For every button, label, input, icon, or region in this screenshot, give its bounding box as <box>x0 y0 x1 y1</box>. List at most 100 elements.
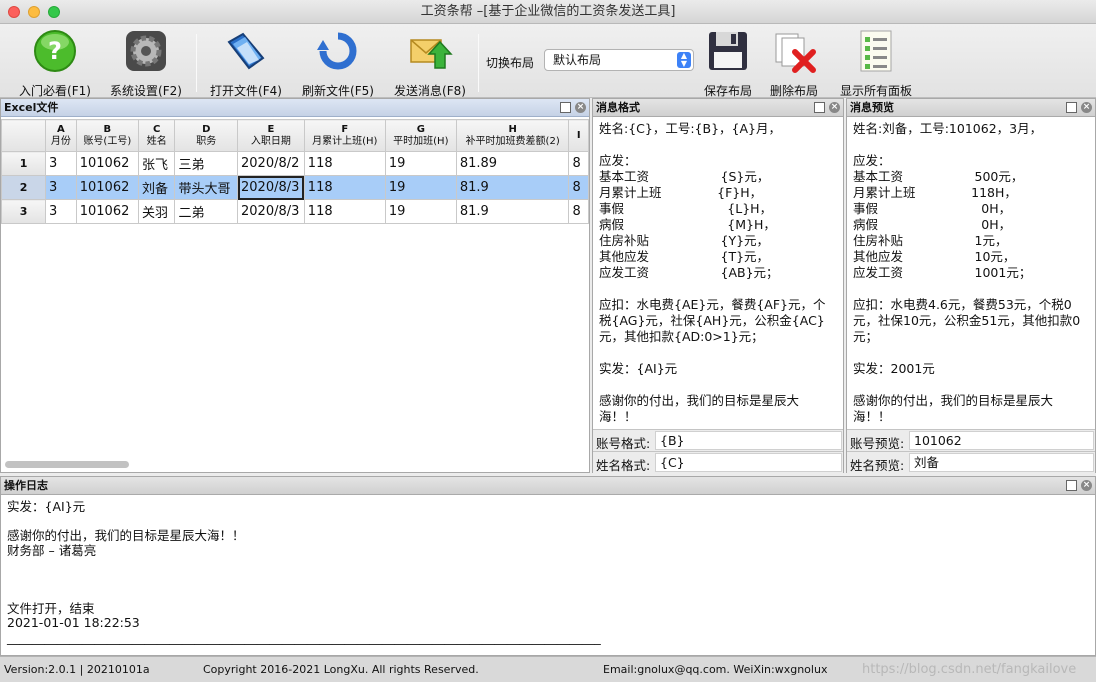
layout-select[interactable]: 默认布局 ▲ ▼ <box>544 49 694 71</box>
cell[interactable]: 118 <box>303 151 386 176</box>
column-header[interactable]: H 补平时加班费差额(2) <box>455 119 570 152</box>
log-panel-title: 操作日志 <box>4 479 48 492</box>
column-header[interactable]: A 月份 <box>45 119 77 152</box>
cell[interactable]: 81.9 <box>455 199 570 224</box>
cell[interactable]: 101062 <box>75 175 139 200</box>
status-bar: Version:2.0.1 | 20210101a Copyright 2016… <box>0 656 1096 682</box>
account-format-label: 账号格式: <box>596 436 651 451</box>
excel-panel-title: Excel文件 <box>4 101 59 114</box>
cell[interactable]: 19 <box>384 175 457 200</box>
name-preview-row: 姓名预览: 刘备 <box>847 451 1095 473</box>
close-panel-icon[interactable]: × <box>1081 102 1092 113</box>
format-panel-title: 消息格式 <box>596 101 640 114</box>
corner-cell[interactable] <box>1 119 47 152</box>
cell[interactable]: 三弟 <box>174 151 238 176</box>
maximize-panel-icon[interactable] <box>560 102 571 113</box>
show-all-panels-button[interactable]: 显示所有面板 <box>832 28 920 99</box>
select-arrows-icon: ▲ ▼ <box>677 52 691 68</box>
row-header[interactable]: 2 <box>1 175 47 200</box>
horizontal-scrollbar[interactable] <box>5 461 129 468</box>
help-icon: ? <box>34 30 76 72</box>
zoom-window-button[interactable] <box>48 6 60 18</box>
row-header[interactable]: 3 <box>1 199 47 224</box>
watermark-text: https://blog.csdn.net/fangkailove <box>862 662 1077 677</box>
send-mail-icon <box>410 39 453 69</box>
preview-text: 姓名:刘备，工号:101062，3月， 应发： 基本工资 500元， 月累计上班… <box>853 121 1081 426</box>
name-preview-label: 姓名预览: <box>850 458 905 473</box>
log-text: 实发：{AI}元 感谢你的付出，我们的目标是星辰大海！！ 财务部 – 诸葛亮 文… <box>7 499 601 645</box>
name-preview-field: 刘备 <box>909 453 1094 472</box>
table-row[interactable]: 1 3 101062 张飞 三弟 2020/8/2 118 19 81.89 8 <box>1 151 589 176</box>
excel-panel: Excel文件 × A 月份 B 账号(工号) C 姓名 D 职务 E 入职日期 F 月累计… <box>0 98 590 473</box>
active-cell[interactable]: 2020/8/3 <box>237 175 305 200</box>
preview-panel: 消息预览 × 姓名:刘备，工号:101062，3月， 应发： 基本工资 500元… <box>846 98 1096 473</box>
refresh-file-button[interactable]: 刷新文件(F5) <box>296 28 380 99</box>
cell[interactable]: 张飞 <box>137 151 176 176</box>
close-panel-icon[interactable]: × <box>829 102 840 113</box>
cell[interactable]: 101062 <box>75 151 139 176</box>
cell[interactable]: 3 <box>45 175 77 200</box>
cell[interactable]: 二弟 <box>174 199 238 224</box>
name-format-input[interactable]: {C} <box>655 453 842 472</box>
copyright-text: Copyright 2016-2021 LongXu. All rights R… <box>203 663 479 676</box>
account-format-row: 账号格式: {B} <box>593 429 843 451</box>
column-header-row: A 月份 B 账号(工号) C 姓名 D 职务 E 入职日期 F 月累计上班(H) G 平时加… <box>1 119 589 152</box>
save-layout-button[interactable]: 保存布局 <box>698 28 758 99</box>
toolbar-separator <box>478 34 479 92</box>
row-header[interactable]: 1 <box>1 151 47 176</box>
minimize-window-button[interactable] <box>28 6 40 18</box>
format-text-editor[interactable]: 姓名:{C}，工号:{B}，{A}月， 应发： 基本工资 {S}元， 月累计上班… <box>593 118 843 426</box>
cell[interactable]: 3 <box>45 199 77 224</box>
maximize-panel-icon[interactable] <box>1066 480 1077 491</box>
close-window-button[interactable] <box>8 6 20 18</box>
help-button[interactable]: ? 入门必看(F1) <box>14 28 96 99</box>
excel-grid[interactable]: A 月份 B 账号(工号) C 姓名 D 职务 E 入职日期 F 月累计上班(H) G 平时加… <box>1 119 589 224</box>
title-bar: 工资条帮 –[基于企业微信的工资条发送工具] <box>0 0 1096 24</box>
cell[interactable]: 带头大哥 <box>174 175 238 200</box>
cell[interactable]: 81.89 <box>455 151 570 176</box>
table-row-selected[interactable]: 2 3 101062 刘备 带头大哥 2020/8/3 118 19 81.9 … <box>1 175 589 200</box>
cell[interactable]: 3 <box>45 151 77 176</box>
cell[interactable]: 刘备 <box>137 175 176 200</box>
column-header[interactable]: B 账号(工号) <box>75 119 139 152</box>
svg-text:?: ? <box>48 37 62 65</box>
cell[interactable]: 2020/8/3 <box>237 199 305 224</box>
open-file-button[interactable]: 打开文件(F4) <box>204 28 288 99</box>
account-format-input[interactable]: {B} <box>655 431 842 450</box>
close-panel-icon[interactable]: × <box>1081 480 1092 491</box>
cell[interactable]: 2020/8/2 <box>237 151 305 176</box>
column-header[interactable]: E 入职日期 <box>237 119 305 152</box>
close-panel-icon[interactable]: × <box>575 102 586 113</box>
floppy-icon <box>709 32 747 70</box>
log-panel-header: 操作日志 × <box>1 477 1095 495</box>
maximize-panel-icon[interactable] <box>814 102 825 113</box>
cell[interactable]: 19 <box>384 199 457 224</box>
column-header[interactable]: C 姓名 <box>137 119 176 152</box>
cell[interactable]: 19 <box>384 151 457 176</box>
send-message-button[interactable]: 发送消息(F8) <box>388 28 472 99</box>
version-text: Version:2.0.1 | 20210101a <box>4 663 150 676</box>
toolbar-separator <box>196 34 197 92</box>
layout-label: 切换布局 <box>486 56 535 70</box>
column-header[interactable]: I <box>568 119 589 152</box>
column-header[interactable]: F 月累计上班(H) <box>303 119 386 152</box>
cell[interactable]: 关羽 <box>137 199 176 224</box>
contact-text: Email:gnolux@qq.com. WeiXin:wxgnolux <box>603 663 828 676</box>
cell[interactable]: 118 <box>303 175 386 200</box>
cell[interactable]: 8 <box>568 175 589 200</box>
cell[interactable]: 118 <box>303 199 386 224</box>
delete-layout-button[interactable]: 删除布局 <box>764 28 824 99</box>
cell[interactable]: 8 <box>568 199 589 224</box>
delete-docs-icon <box>775 33 816 73</box>
column-header[interactable]: D 职务 <box>174 119 238 152</box>
cell[interactable]: 81.9 <box>455 175 570 200</box>
table-row[interactable]: 3 3 101062 关羽 二弟 2020/8/3 118 19 81.9 8 <box>1 199 589 224</box>
column-header[interactable]: G 平时加班(H) <box>384 119 457 152</box>
layout-select-value: 默认布局 <box>553 53 602 67</box>
cell[interactable]: 8 <box>568 151 589 176</box>
maximize-panel-icon[interactable] <box>1066 102 1077 113</box>
preview-panel-title: 消息预览 <box>850 101 894 114</box>
settings-button[interactable]: 系统设置(F2) <box>104 28 188 99</box>
window-title: 工资条帮 –[基于企业微信的工资条发送工具] <box>420 4 676 19</box>
cell[interactable]: 101062 <box>75 199 139 224</box>
